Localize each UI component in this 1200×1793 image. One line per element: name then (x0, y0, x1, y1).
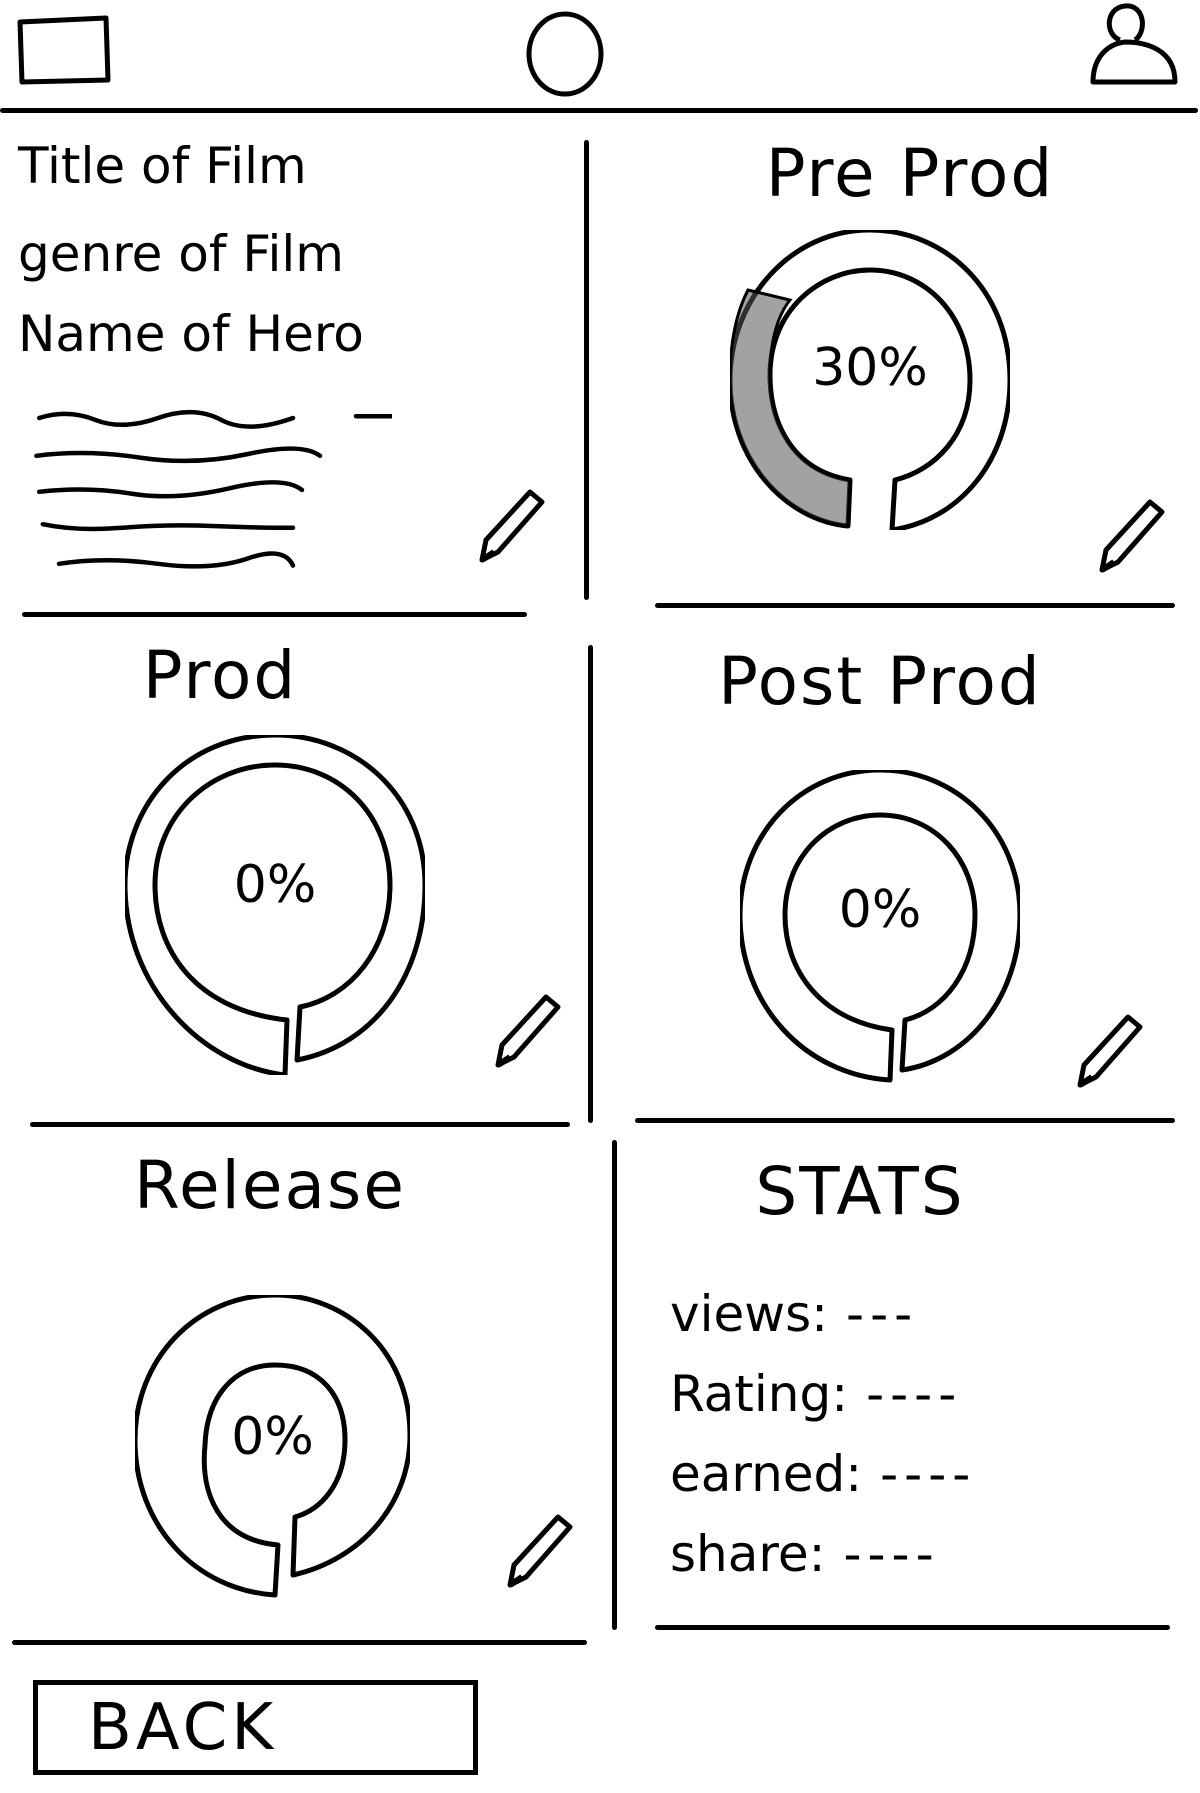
stat-row-earned: earned: ---- (670, 1445, 976, 1503)
stat-row-views: views: --- (670, 1285, 918, 1343)
stats-title: STATS (755, 1153, 965, 1230)
stat-value: ---- (866, 1365, 963, 1423)
description-placeholder (34, 409, 392, 569)
progress-percent: 30% (812, 338, 928, 398)
stat-value: ---- (843, 1525, 940, 1583)
progress-percent: 0% (233, 855, 317, 915)
back-button[interactable]: BACK (33, 1680, 478, 1775)
divider-h2-left (30, 1122, 570, 1127)
stat-value: --- (846, 1285, 919, 1343)
edit-prod-button[interactable] (488, 985, 568, 1075)
divider-h2-right (635, 1118, 1175, 1123)
edit-post-prod-button[interactable] (1070, 1005, 1150, 1095)
progress-ring: 30% (730, 230, 1010, 530)
divider-v1 (584, 140, 589, 600)
stat-row-rating: Rating: ---- (670, 1365, 962, 1423)
stage-panel-release: Release 0% (0, 1135, 600, 1635)
divider-v2 (588, 645, 593, 1123)
hero-name: Name of Hero (18, 305, 364, 363)
stage-title: Prod (142, 637, 298, 714)
divider-h3-right (655, 1625, 1170, 1630)
progress-ring: 0% (135, 1295, 410, 1600)
film-info-panel: Title of Film genre of Film Name of Hero (0, 115, 580, 605)
back-button-label: BACK (88, 1691, 278, 1765)
stage-panel-prod: Prod 0% (0, 625, 580, 1115)
stage-title: Release (134, 1147, 406, 1224)
stat-label: share: (670, 1525, 826, 1583)
user-icon[interactable] (1085, 0, 1185, 90)
circle-icon[interactable] (520, 6, 610, 101)
stat-label: earned: (670, 1445, 863, 1503)
progress-percent: 0% (838, 880, 922, 940)
stat-label: views: (670, 1285, 829, 1343)
film-genre: genre of Film (18, 225, 345, 283)
stage-panel-pre-prod: Pre Prod 30% (600, 115, 1180, 605)
divider-h1-left (22, 612, 527, 617)
stage-title: Pre Prod (765, 135, 1055, 212)
progress-percent: 0% (231, 1407, 314, 1467)
stage-panel-post-prod: Post Prod 0% (600, 625, 1180, 1115)
edit-pre-prod-button[interactable] (1092, 490, 1172, 580)
divider-v3 (612, 1140, 617, 1630)
square-icon[interactable] (14, 12, 114, 87)
stage-title: Post Prod (718, 643, 1042, 720)
divider-h3-left (12, 1640, 587, 1645)
stat-row-share: share: ---- (670, 1525, 940, 1583)
edit-release-button[interactable] (500, 1505, 580, 1595)
film-title: Title of Film (18, 137, 307, 195)
stat-value: ---- (880, 1445, 977, 1503)
stat-label: Rating: (670, 1365, 849, 1423)
top-bar (0, 0, 1200, 115)
progress-ring: 0% (125, 735, 425, 1075)
top-divider (0, 108, 1198, 113)
progress-ring: 0% (740, 770, 1020, 1085)
edit-film-info-button[interactable] (472, 480, 552, 570)
